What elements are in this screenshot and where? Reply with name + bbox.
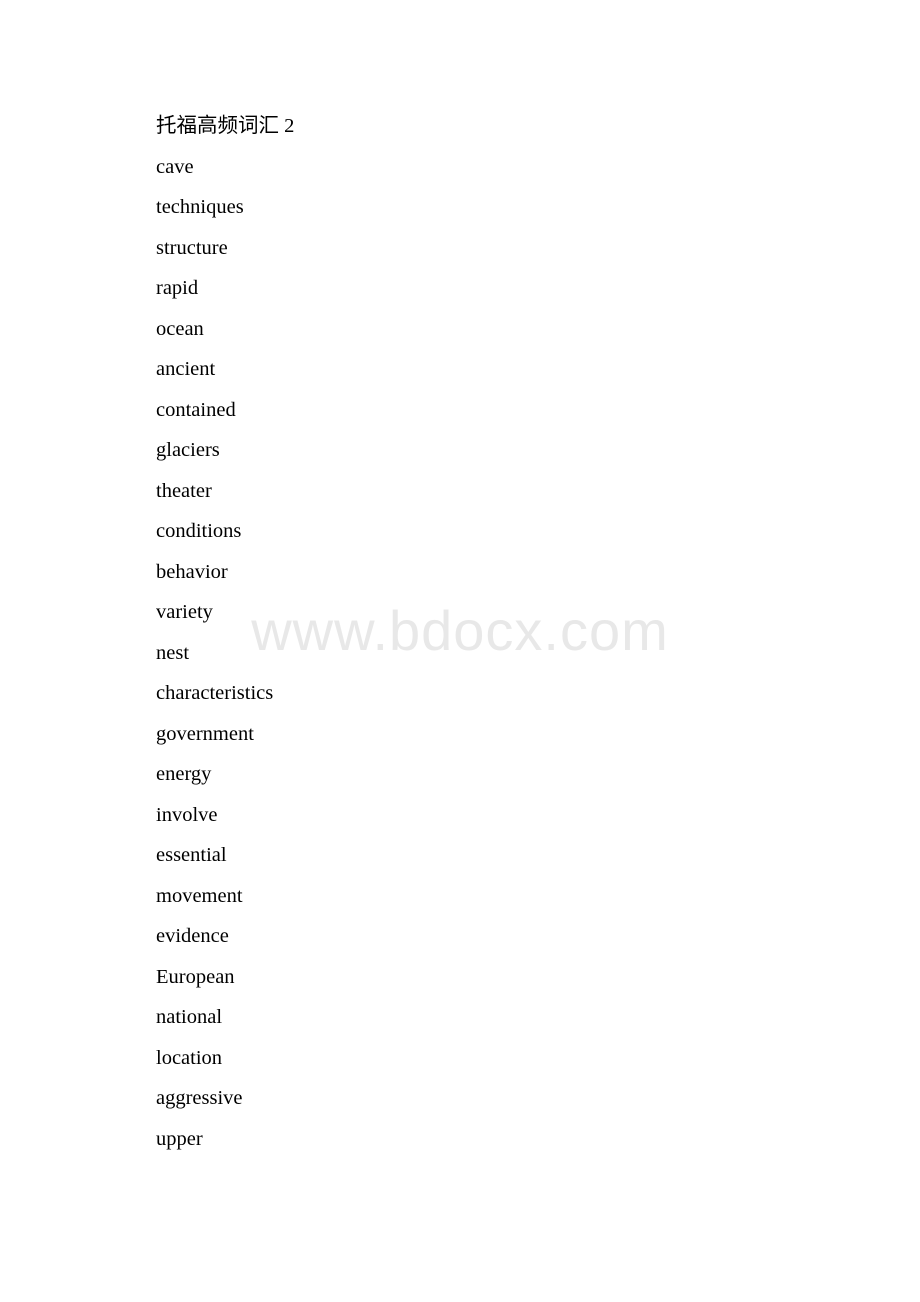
list-item: involve [156, 803, 218, 826]
list-item: contained [156, 398, 236, 421]
list-item: movement [156, 884, 243, 907]
list-item: cave [156, 155, 194, 178]
list-item: nest [156, 641, 190, 664]
list-item: national [156, 1006, 223, 1028]
list-item: evidence [156, 925, 229, 947]
list-item: variety [156, 601, 213, 623]
list-item: ancient [156, 358, 216, 380]
page-title: 托福高频词汇 2 [156, 115, 295, 137]
list-item: essential [156, 844, 227, 866]
list-item: location [156, 1046, 223, 1069]
list-item: techniques [156, 196, 244, 218]
vocabulary-word-list: cave techniques structure rapid ocean an… [156, 147, 856, 1160]
document-content: 托福高频词汇 2 cave techniques structure rapid… [156, 0, 856, 1159]
list-item: ocean [156, 317, 204, 340]
list-item: aggressive [156, 1087, 243, 1109]
list-item: rapid [156, 277, 199, 299]
list-item: European [156, 965, 235, 988]
list-item: behavior [156, 560, 228, 583]
list-item: upper [156, 1127, 203, 1150]
list-item: glaciers [156, 439, 220, 461]
list-item: conditions [156, 520, 242, 542]
list-item: characteristics [156, 682, 274, 704]
list-item: government [156, 722, 254, 745]
list-item: theater [156, 479, 212, 502]
document-page: www.bdocx.com 托福高频词汇 2 cave techniques s… [0, 0, 920, 1302]
list-item: structure [156, 236, 228, 259]
list-item: energy [156, 763, 212, 785]
